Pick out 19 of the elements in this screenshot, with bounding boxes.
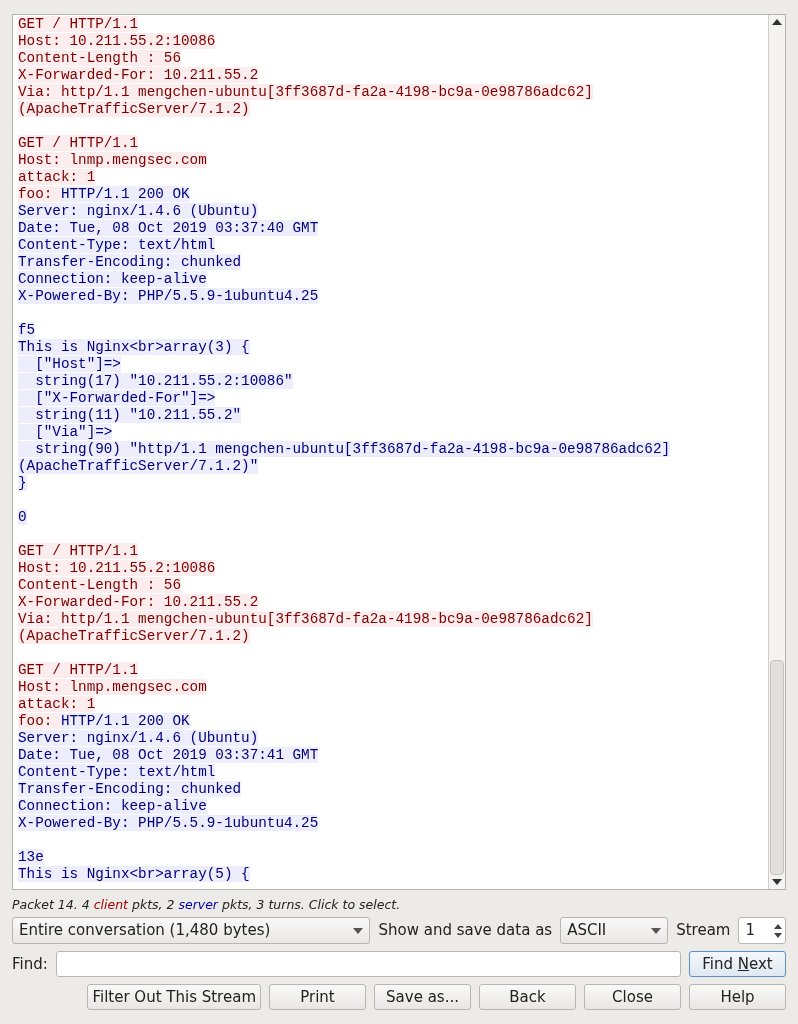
dialog-button[interactable]: Back: [479, 984, 576, 1010]
dialog-button[interactable]: Save as...: [374, 984, 471, 1010]
stream-label: Stream: [676, 920, 731, 942]
status-text: Packet 14. 4 client pkts, 2 server pkts, 3 turns. Click to select.: [12, 896, 402, 914]
format-dropdown[interactable]: ASCII: [560, 917, 669, 944]
scrollbar-thumb[interactable]: [770, 660, 784, 875]
format-label: Show and save data as: [378, 920, 553, 942]
find-next-button[interactable]: Find Next: [689, 951, 786, 977]
dialog-button[interactable]: Close: [584, 984, 681, 1010]
dialog-button[interactable]: Print: [269, 984, 366, 1010]
dialog-button[interactable]: Filter Out This Stream: [87, 984, 261, 1010]
dialog-button[interactable]: Help: [689, 984, 786, 1010]
dropdown-caret-icon: [651, 927, 662, 934]
conversation-dropdown[interactable]: Entire conversation (1,480 bytes): [12, 917, 371, 944]
find-field[interactable]: [55, 951, 681, 977]
find-label: Find:: [12, 953, 48, 975]
scrollbar[interactable]: [768, 15, 785, 889]
stream-spinbox[interactable]: 1: [738, 917, 786, 944]
dropdown-caret-icon: [353, 927, 364, 934]
